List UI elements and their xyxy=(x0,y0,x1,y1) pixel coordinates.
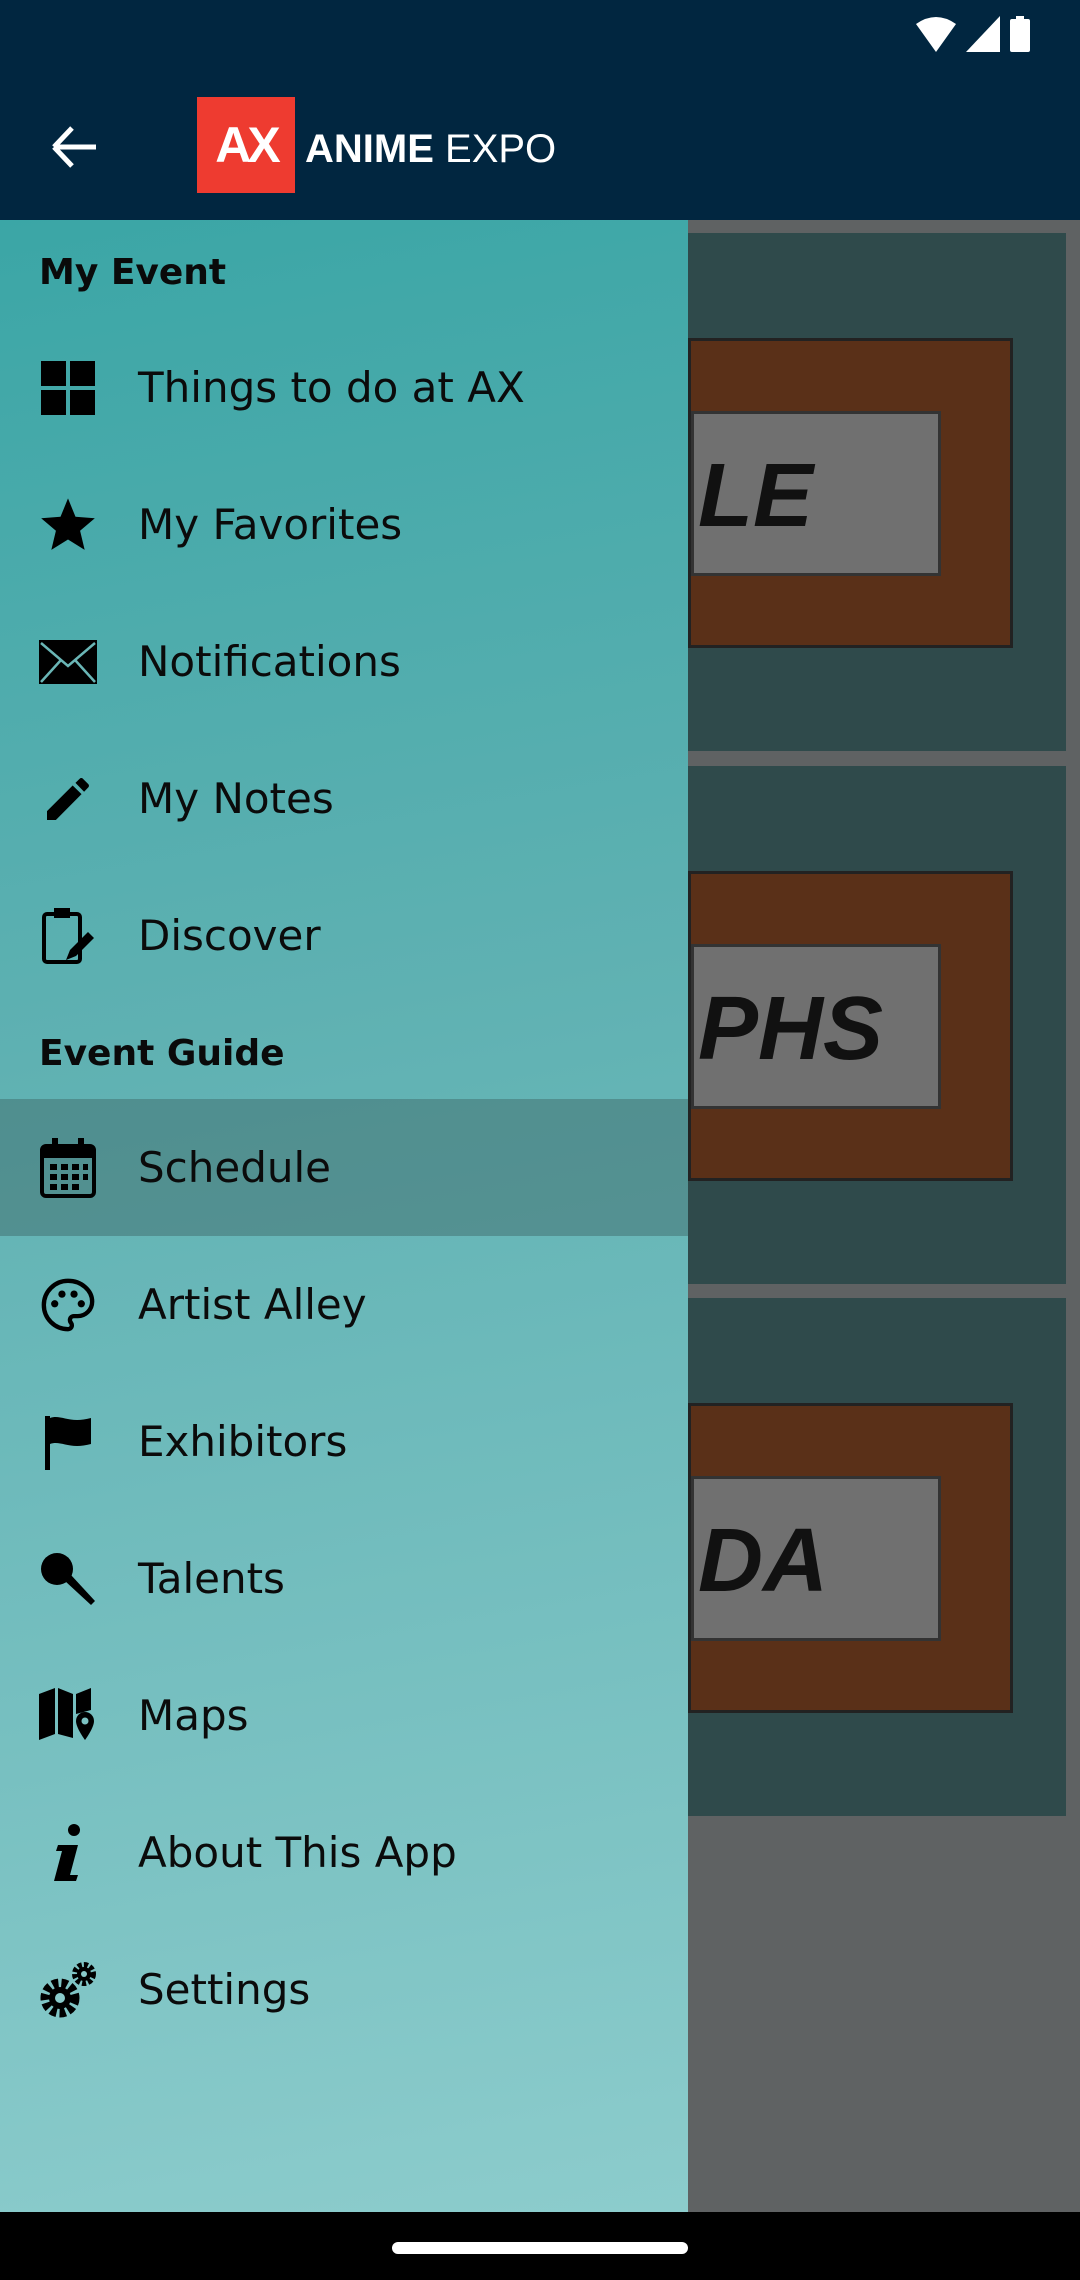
gears-icon xyxy=(38,1960,98,2020)
system-navigation-bar xyxy=(0,2212,1080,2280)
menu-item-discover[interactable]: Discover xyxy=(0,867,688,1004)
menu-item-label: Maps xyxy=(138,1691,249,1740)
microphone-icon xyxy=(38,1549,98,1609)
anime-expo-logo: AX ANIME EXPO xyxy=(197,97,556,193)
card-text: LE xyxy=(691,411,941,576)
background-card[interactable]: PHS xyxy=(688,766,1066,1284)
menu-item-my-notes[interactable]: My Notes xyxy=(0,730,688,867)
menu-item-my-favorites[interactable]: My Favorites xyxy=(0,456,688,593)
card-text: PHS xyxy=(691,944,941,1109)
menu-item-maps[interactable]: Maps xyxy=(0,1647,688,1784)
app-bar: AX ANIME EXPO xyxy=(0,80,1080,220)
star-icon xyxy=(38,495,98,555)
menu-item-artist-alley[interactable]: Artist Alley xyxy=(0,1236,688,1373)
logo-text: EXPO xyxy=(445,126,557,171)
menu-item-label: Talents xyxy=(138,1554,285,1603)
card-text: DA xyxy=(691,1476,941,1641)
logo-mark: AX xyxy=(197,97,295,193)
palette-icon xyxy=(38,1275,98,1335)
menu-item-label: Exhibitors xyxy=(138,1417,348,1466)
arrow-left-icon xyxy=(52,126,96,168)
menu-item-label: Schedule xyxy=(138,1143,331,1192)
section-title-event-guide: Event Guide xyxy=(39,1033,285,1074)
menu-item-label: Discover xyxy=(138,911,321,960)
menu-item-label: Settings xyxy=(138,1965,311,2014)
menu-item-label: Things to do at AX xyxy=(138,363,525,412)
battery-icon xyxy=(1010,16,1030,52)
flag-icon xyxy=(38,1412,98,1472)
map-pin-icon xyxy=(38,1686,98,1746)
menu-item-schedule[interactable]: Schedule xyxy=(0,1099,688,1236)
navigation-drawer: My Event Things to do at AX My Favorites… xyxy=(0,220,688,2212)
menu-item-label: Artist Alley xyxy=(138,1280,367,1329)
menu-item-things-to-do[interactable]: Things to do at AX xyxy=(0,319,688,456)
info-icon xyxy=(38,1823,98,1883)
wifi-icon xyxy=(916,17,956,52)
menu-item-notifications[interactable]: Notifications xyxy=(0,593,688,730)
section-title-my-event: My Event xyxy=(39,252,227,293)
clipboard-edit-icon xyxy=(38,906,98,966)
menu-item-label: My Favorites xyxy=(138,500,403,549)
menu-item-settings[interactable]: Settings xyxy=(0,1921,688,2058)
background-card[interactable]: DA xyxy=(688,1298,1066,1816)
signal-icon xyxy=(966,16,1000,52)
grid-icon xyxy=(38,358,98,418)
calendar-icon xyxy=(38,1137,98,1198)
menu-item-exhibitors[interactable]: Exhibitors xyxy=(0,1373,688,1510)
home-gesture-handle[interactable] xyxy=(392,2242,688,2254)
menu-item-about-this-app[interactable]: About This App xyxy=(0,1784,688,1921)
background-card[interactable]: LE xyxy=(688,233,1066,751)
menu-item-label: My Notes xyxy=(138,774,334,823)
menu-item-label: Notifications xyxy=(138,637,401,686)
logo-text-bold: ANIME xyxy=(305,126,434,171)
menu-item-label: About This App xyxy=(138,1828,457,1877)
status-bar xyxy=(0,0,1080,80)
pencil-icon xyxy=(38,769,98,829)
back-button[interactable] xyxy=(44,116,106,178)
menu-item-talents[interactable]: Talents xyxy=(0,1510,688,1647)
envelope-icon xyxy=(38,632,98,692)
